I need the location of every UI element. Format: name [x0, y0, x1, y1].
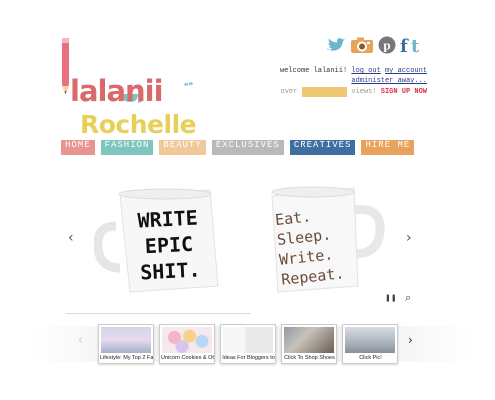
nav-tab-hire-me[interactable]: HIRE ME: [361, 140, 415, 155]
nav-tab-creatives[interactable]: CREATIVES: [289, 140, 356, 155]
thumb-caption: Ideas For Bloggers to: [222, 355, 275, 361]
camera-icon[interactable]: [350, 36, 374, 54]
featured-slider: ‹ › WRITE EPIC SHIT. Eat. Sleep. Write. …: [62, 170, 432, 310]
carousel-item[interactable]: Click To Shop Shoes: [281, 324, 337, 364]
carousel-prev-arrow[interactable]: ‹: [78, 333, 83, 347]
admin-link[interactable]: administer away...: [351, 77, 427, 85]
carousel-item[interactable]: Lifestyle: My Top 2 Fa: [98, 324, 154, 364]
slider-next-arrow[interactable]: ›: [406, 230, 412, 246]
user-row-1: welcome lalanii! log out my account: [280, 66, 427, 76]
thumb-image: [345, 327, 395, 353]
pause-button[interactable]: ❚❚: [385, 294, 397, 302]
pinterest-icon[interactable]: p: [378, 36, 396, 54]
views-counter: 00000000: [301, 87, 348, 97]
mug1-line-3: SHIT.: [139, 257, 202, 285]
carousel-thumbs: Lifestyle: My Top 2 Fa Unicorn Cookies &…: [98, 324, 398, 364]
thumb-caption: Lifestyle: My Top 2 Fa: [100, 355, 153, 361]
thumb-image: [162, 327, 212, 353]
views-row: over 00000000 views! SIGN UP NOW: [280, 87, 427, 97]
logout-link[interactable]: log out: [351, 67, 380, 75]
zoom-icon[interactable]: ⌕: [405, 291, 411, 305]
site-logo[interactable]: “” lalanii Rochelle: [58, 36, 198, 137]
user-row-2: administer away...: [280, 76, 427, 86]
slider-prev-arrow[interactable]: ‹: [68, 230, 74, 246]
nav-tab-exclusives[interactable]: EXCLUSIVES: [211, 140, 284, 155]
signup-link[interactable]: SIGN UP NOW: [381, 88, 427, 96]
thumb-caption: Click To Shop Shoes: [284, 355, 335, 361]
quote-mark: “”: [184, 81, 193, 91]
thumb-caption: Unicorn Cookies & Ot: [161, 355, 214, 361]
mug1-line-1: WRITE: [136, 205, 199, 233]
welcome-text: welcome lalanii!: [279, 67, 348, 75]
mug1-line-2: EPIC: [144, 231, 194, 259]
carousel-item[interactable]: Ideas For Bloggers to: [220, 324, 276, 364]
thumb-caption: Click Pic!: [359, 355, 382, 361]
carousel-item[interactable]: Click Pic!: [342, 324, 398, 364]
thumb-image: [101, 327, 151, 353]
svg-text:p: p: [383, 38, 390, 53]
svg-text:f: f: [400, 36, 409, 54]
thumb-image: [284, 327, 334, 353]
mug-eat-sleep-image: Eat. Sleep. Write. Repeat.: [262, 184, 392, 296]
logo-last-name: Rochelle: [80, 110, 197, 139]
nav-tab-fashion[interactable]: FASHION: [100, 140, 154, 155]
views-prefix: over: [280, 88, 298, 96]
carousel-next-arrow[interactable]: ›: [408, 333, 413, 347]
views-suffix: views!: [351, 88, 377, 96]
my-account-link[interactable]: my account: [385, 67, 427, 75]
twitter-bird-icon[interactable]: [324, 36, 346, 54]
nav-tab-home[interactable]: HOME: [61, 140, 95, 155]
nav-tab-beauty[interactable]: BEAUTY: [159, 140, 206, 155]
section-divider: [66, 313, 251, 314]
user-panel: welcome lalanii! log out my account admi…: [280, 66, 427, 97]
social-links: p f t: [324, 34, 426, 56]
thumb-image: [223, 327, 273, 353]
mug-write-epic-image: WRITE EPIC SHIT.: [93, 186, 224, 296]
logo-first-name: lalanii: [70, 74, 164, 108]
main-nav: HOME FASHION BEAUTY EXCLUSIVES CREATIVES…: [61, 140, 415, 155]
post-carousel: ‹ › Lifestyle: My Top 2 Fa Unicorn Cooki…: [32, 318, 472, 370]
carousel-item[interactable]: Unicorn Cookies & Ot: [159, 324, 215, 364]
facebook-icon[interactable]: f t: [400, 36, 426, 54]
svg-text:t: t: [411, 36, 420, 54]
